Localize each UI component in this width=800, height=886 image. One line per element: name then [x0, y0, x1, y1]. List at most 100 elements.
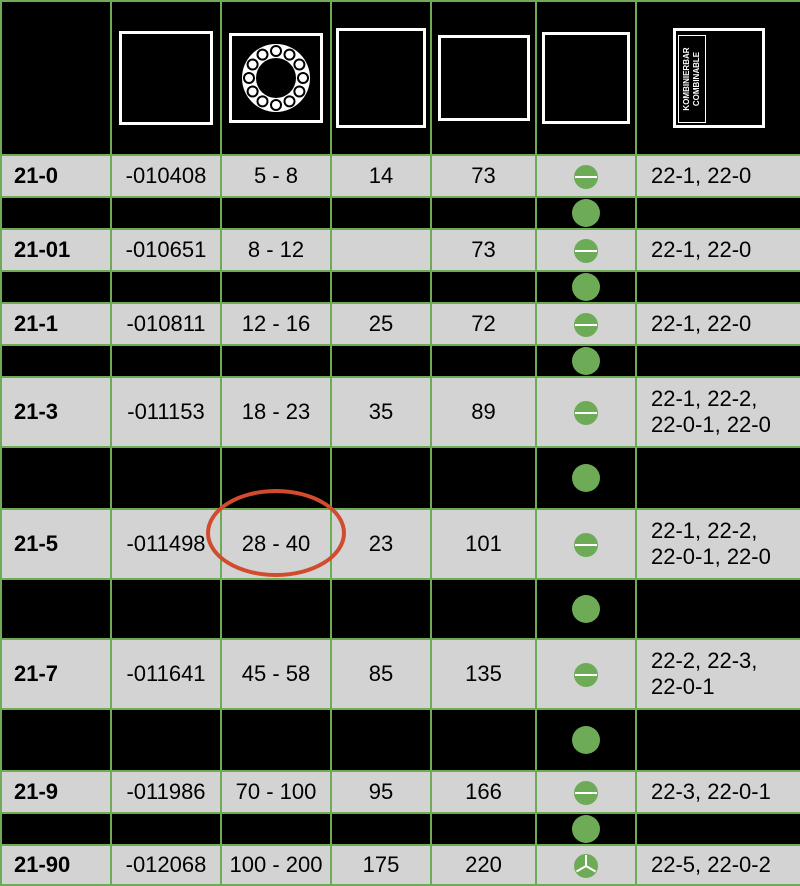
spacer-cell: [220, 578, 332, 640]
type-cell: 21-3: [0, 376, 112, 448]
spacer-cell: [635, 578, 800, 640]
spacer-cell: [535, 708, 637, 772]
combinable-line: 22-1, 22-0: [651, 311, 752, 336]
spacer-row: [0, 812, 800, 846]
type-cell: 21-5: [0, 508, 112, 580]
combinable-cell: 22-1, 22-0: [635, 302, 800, 346]
spacer-cell: [330, 708, 432, 772]
green-dot-icon: [571, 347, 601, 375]
header-icon-box: [336, 28, 426, 128]
spacer-cell: [330, 446, 432, 510]
bearing-ring-icon: [242, 44, 310, 112]
combinable-cell: 22-3, 22-0-1: [635, 770, 800, 814]
combinable-cell: 22-1, 22-0: [635, 154, 800, 198]
range-cell: 45 - 58: [220, 638, 332, 710]
code-cell: -010811: [110, 302, 222, 346]
header-cell-range: [220, 0, 332, 156]
spacer-cell: [0, 196, 112, 230]
combinable-line: 22-1, 22-0: [651, 163, 752, 188]
spacer-cell: [220, 344, 332, 378]
spacer-cell: [430, 446, 537, 510]
code-cell: -012068: [110, 844, 222, 886]
spacer-cell: [110, 708, 222, 772]
header-cell-combinable: KOMBINIERBAR COMBINABLE: [635, 0, 800, 156]
range-cell: 18 - 23: [220, 376, 332, 448]
type-cell: 21-90: [0, 844, 112, 886]
green-dot-icon: [571, 199, 601, 227]
flat-slot-icon: [573, 662, 599, 688]
header-icon-box: [437, 35, 530, 121]
header-cell-dim1: [330, 0, 432, 156]
spacer-cell: [635, 708, 800, 772]
combinable-line: 22-1, 22-2,: [651, 386, 758, 411]
spacer-cell: [220, 196, 332, 230]
spacer-cell: [535, 446, 637, 510]
spacer-row: [0, 196, 800, 230]
flat-slot-icon: [573, 532, 599, 558]
green-dot-icon: [571, 273, 601, 301]
table-row: 21-5 -011498 28 - 40 23 101 22-1, 22-2, 22-0-1…: [0, 508, 800, 580]
dim2-cell: 72: [430, 302, 537, 346]
spacer-cell: [220, 270, 332, 304]
type-cell: 21-7: [0, 638, 112, 710]
spacer-cell: [535, 578, 637, 640]
icon-cell: [535, 844, 637, 886]
spacer-cell: [430, 270, 537, 304]
range-cell: 100 - 200: [220, 844, 332, 886]
dim2-cell: 135: [430, 638, 537, 710]
dim2-cell: 89: [430, 376, 537, 448]
spacer-cell: [330, 196, 432, 230]
spacer-cell: [535, 344, 637, 378]
header-row: KOMBINIERBAR COMBINABLE: [0, 0, 800, 156]
range-cell: 8 - 12: [220, 228, 332, 272]
combinable-label-de: KOMBINIERBAR: [681, 47, 691, 111]
dim1-cell: 175: [330, 844, 432, 886]
table-row: 21-01 -010651 8 - 12 73 22-1, 22-0: [0, 228, 800, 272]
combinable-line: 22-2, 22-3,: [651, 648, 758, 673]
table-row: 21-90 -012068 100 - 200 175 220 22-5, 22-0-2: [0, 844, 800, 886]
combinable-cell: 22-5, 22-0-2: [635, 844, 800, 886]
spacer-cell: [220, 708, 332, 772]
range-cell: 12 - 16: [220, 302, 332, 346]
combinable-label-en: COMBINABLE: [691, 51, 701, 107]
spacer-cell: [0, 344, 112, 378]
spacer-cell: [330, 270, 432, 304]
icon-cell: [535, 154, 637, 198]
icon-cell: [535, 228, 637, 272]
combinable-line: 22-3, 22-0-1: [651, 779, 771, 804]
type-cell: 21-0: [0, 154, 112, 198]
combinable-line: 22-1, 22-0: [651, 237, 752, 262]
green-dot-icon: [571, 463, 601, 493]
spacer-cell: [220, 812, 332, 846]
table-row: 21-0 -010408 5 - 8 14 73 22-1, 22-0: [0, 154, 800, 198]
combinable-line: 22-0-1: [651, 674, 715, 699]
combinable-cell: 22-1, 22-0: [635, 228, 800, 272]
combinable-line: 22-1, 22-2,: [651, 518, 758, 543]
code-cell: -010651: [110, 228, 222, 272]
spacer-row: [0, 270, 800, 304]
spacer-cell: [430, 708, 537, 772]
icon-cell: [535, 302, 637, 346]
type-cell: 21-1: [0, 302, 112, 346]
header-cell-icon: [535, 0, 637, 156]
three-jaw-icon: [573, 853, 599, 879]
spacer-cell: [0, 708, 112, 772]
product-table: KOMBINIERBAR COMBINABLE 21-0 -010408 5 - 8…: [0, 0, 800, 886]
spacer-cell: [430, 578, 537, 640]
flat-slot-icon: [573, 164, 599, 190]
table-row: 21-9 -011986 70 - 100 95 166 22-3, 22-0-1: [0, 770, 800, 814]
spacer-cell: [0, 578, 112, 640]
header-icon-box: [229, 33, 323, 123]
spacer-cell: [330, 812, 432, 846]
spacer-cell: [330, 578, 432, 640]
product-table-image: KOMBINIERBAR COMBINABLE 21-0 -010408 5 - 8…: [0, 0, 800, 886]
spacer-cell: [0, 812, 112, 846]
spacer-cell: [535, 196, 637, 230]
spacer-row: [0, 578, 800, 640]
spacer-cell: [0, 270, 112, 304]
type-cell: 21-01: [0, 228, 112, 272]
combinable-cell: 22-1, 22-2, 22-0-1, 22-0: [635, 376, 800, 448]
icon-cell: [535, 770, 637, 814]
spacer-cell: [635, 344, 800, 378]
range-cell: 28 - 40: [220, 508, 332, 580]
